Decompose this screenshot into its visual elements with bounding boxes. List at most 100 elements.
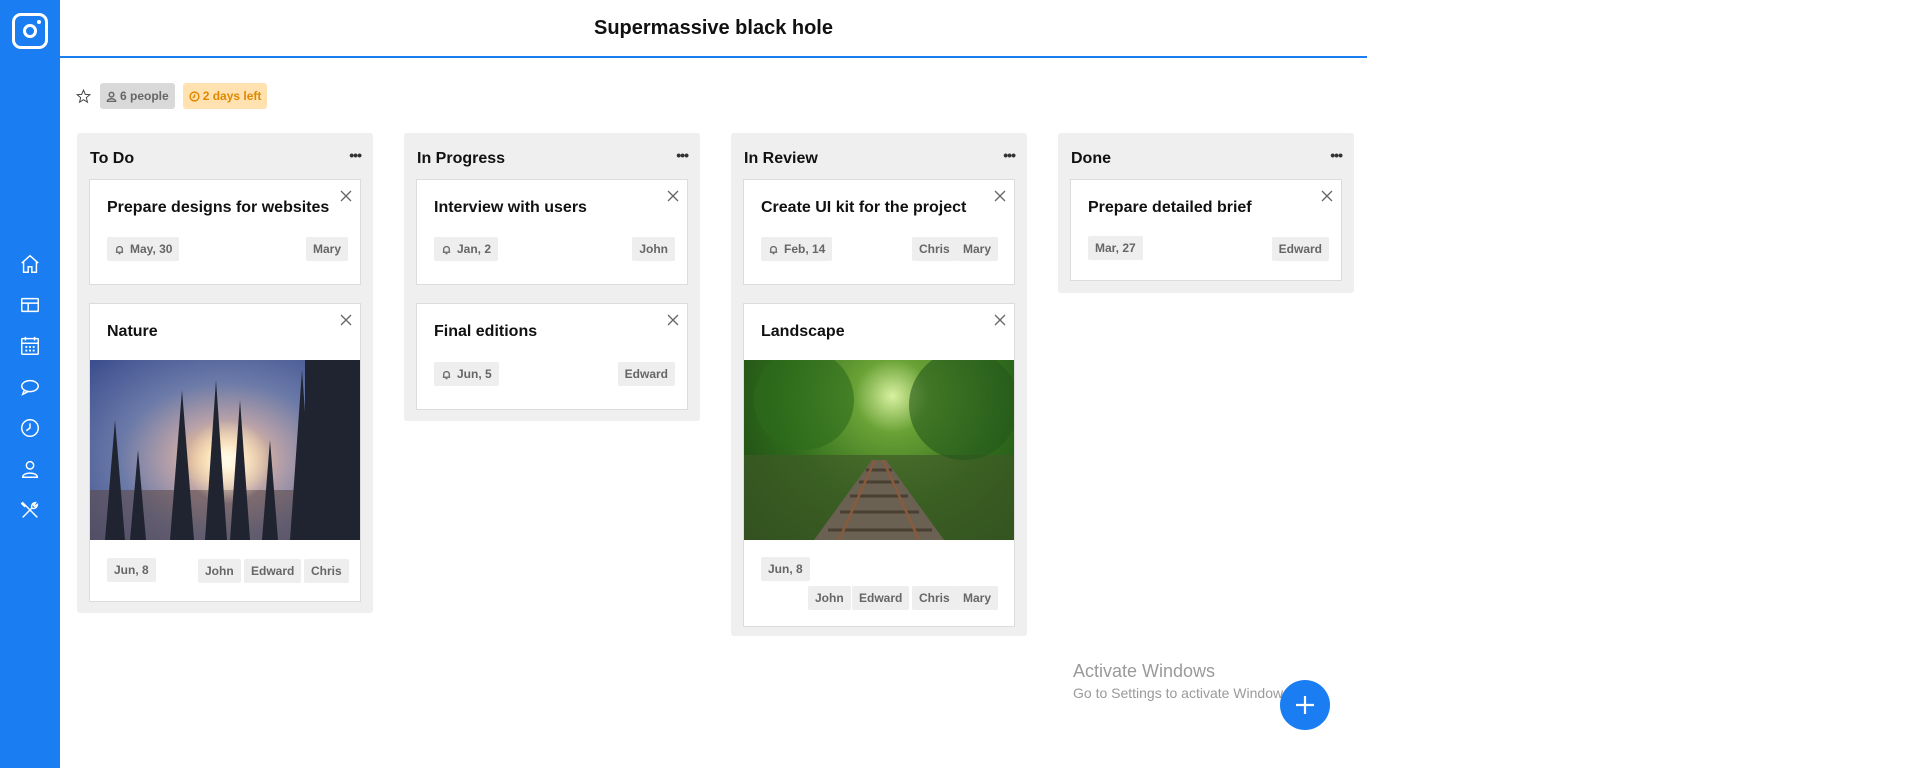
task-card[interactable]: Prepare designs for websites May, 30 Mar… (89, 179, 361, 285)
card-title: Final editions (434, 323, 538, 340)
task-card[interactable]: Final editions Jun, 5 Edward (416, 303, 688, 410)
sidebar-item-profile[interactable] (18, 457, 42, 481)
card-title: Landscape (761, 323, 845, 340)
railway-illustration (744, 360, 1014, 540)
sidebar-item-history[interactable] (18, 416, 42, 440)
sidebar-item-settings[interactable] (18, 498, 42, 522)
favorite-button[interactable] (74, 87, 92, 105)
due-date-tag: Jun, 8 (761, 557, 810, 581)
due-date-tag: May, 30 (107, 237, 180, 261)
column-menu-button[interactable]: ••• (1003, 147, 1016, 163)
close-icon (667, 190, 679, 202)
assignee-tag[interactable]: Mary (956, 586, 999, 610)
star-icon (75, 88, 91, 103)
user-icon (106, 91, 117, 102)
card-title: Prepare designs for websites (107, 199, 330, 216)
close-icon (994, 190, 1006, 202)
people-count-badge[interactable]: 6 people (100, 83, 175, 109)
task-card[interactable]: Create UI kit for the project Feb, 14 Ch… (743, 179, 1015, 285)
assignee-tag[interactable]: Chris (912, 237, 957, 261)
task-card[interactable]: Landscape Jun, 8 John Edward Chris Mary (743, 303, 1015, 627)
instagram-logo-icon[interactable] (12, 13, 48, 49)
close-icon (1321, 190, 1333, 202)
column-title: In Progress (417, 150, 506, 167)
watermark-title: Activate Windows (1073, 661, 1216, 681)
add-card-button[interactable] (1280, 680, 1330, 730)
column-in-progress: In Progress ••• Interview with users Jan… (404, 133, 700, 421)
deadline-label: 2 days left (202, 89, 262, 103)
chat-icon (21, 379, 39, 396)
card-close-button[interactable] (993, 189, 1007, 203)
clock-icon (189, 90, 200, 102)
close-icon (340, 190, 352, 202)
due-date-label: May, 30 (130, 242, 173, 256)
activate-windows-watermark: Activate Windows Go to Settings to activ… (1073, 661, 1294, 701)
task-card[interactable]: Prepare detailed brief Mar, 27 Edward (1070, 179, 1342, 281)
bell-icon (115, 245, 124, 254)
assignee-tag[interactable]: Edward (244, 559, 302, 583)
clock-icon (21, 419, 39, 437)
assignee-tag[interactable]: Chris (304, 559, 349, 583)
assignee-tag[interactable]: Mary (305, 237, 348, 261)
user-icon (21, 460, 39, 478)
card-close-button[interactable] (1320, 189, 1334, 203)
railway-forest-image (744, 360, 1014, 540)
close-icon (667, 314, 679, 326)
bell-icon (442, 245, 451, 254)
board-title: Supermassive black hole (593, 17, 833, 39)
due-date-tag: Feb, 14 (761, 237, 833, 261)
board-header: Supermassive black hole (60, 0, 1367, 58)
tools-icon (20, 501, 39, 518)
sidebar-item-calendar[interactable] (18, 334, 42, 358)
due-date-tag: Jan, 2 (434, 237, 499, 261)
assignee-tag[interactable]: Chris (912, 586, 957, 610)
card-title: Prepare detailed brief (1088, 199, 1252, 216)
due-date-label: Feb, 14 (784, 242, 826, 256)
calendar-icon (21, 336, 39, 355)
column-in-review: In Review ••• Create UI kit for the proj… (731, 133, 1027, 636)
task-card[interactable]: Interview with users Jan, 2 John (416, 179, 688, 285)
table-icon (21, 297, 39, 313)
bell-icon (442, 370, 451, 379)
card-close-button[interactable] (666, 189, 680, 203)
column-menu-button[interactable]: ••• (349, 147, 362, 163)
sidebar-item-table[interactable] (18, 293, 42, 317)
card-close-button[interactable] (993, 313, 1007, 327)
sidebar-item-chat[interactable] (18, 375, 42, 399)
close-icon (994, 314, 1006, 326)
forest-sunrise-image (90, 360, 360, 540)
card-title: Interview with users (434, 199, 587, 216)
card-close-button[interactable] (339, 189, 353, 203)
due-date-tag: Jun, 8 (107, 558, 156, 582)
card-close-button[interactable] (666, 313, 680, 327)
column-menu-button[interactable]: ••• (1330, 147, 1343, 163)
assignee-tag[interactable]: Edward (1271, 237, 1329, 261)
assignee-tag[interactable]: Mary (956, 237, 999, 261)
assignee-tag[interactable]: John (632, 237, 675, 261)
due-date-tag: Mar, 27 (1088, 236, 1143, 260)
deadline-badge: 2 days left (182, 83, 268, 109)
watermark-subtitle: Go to Settings to activate Windows. (1073, 685, 1294, 701)
due-date-label: Jun, 5 (457, 367, 492, 381)
close-icon (340, 314, 352, 326)
people-count-label: 6 people (120, 89, 169, 103)
column-done: Done ••• Prepare detailed brief Mar, 27 … (1058, 133, 1354, 293)
column-title: Done (1071, 150, 1111, 167)
card-title: Create UI kit for the project (761, 199, 967, 216)
card-title: Nature (107, 323, 158, 340)
assignee-tag[interactable]: John (198, 559, 241, 583)
sidebar (0, 0, 60, 768)
assignee-tag[interactable]: John (808, 586, 851, 610)
plus-icon (1296, 696, 1314, 714)
home-icon (21, 254, 39, 273)
card-close-button[interactable] (339, 313, 353, 327)
assignee-tag[interactable]: Edward (617, 362, 675, 386)
column-title: To Do (90, 150, 135, 167)
due-date-tag: Jun, 5 (434, 362, 499, 386)
column-to-do: To Do ••• Prepare designs for websites M… (77, 133, 373, 613)
sidebar-item-home[interactable] (18, 252, 42, 276)
bell-icon (769, 245, 778, 254)
column-menu-button[interactable]: ••• (676, 147, 689, 163)
task-card[interactable]: Nature Jun, 8 John Edward Chris (89, 303, 361, 602)
assignee-tag[interactable]: Edward (852, 586, 910, 610)
